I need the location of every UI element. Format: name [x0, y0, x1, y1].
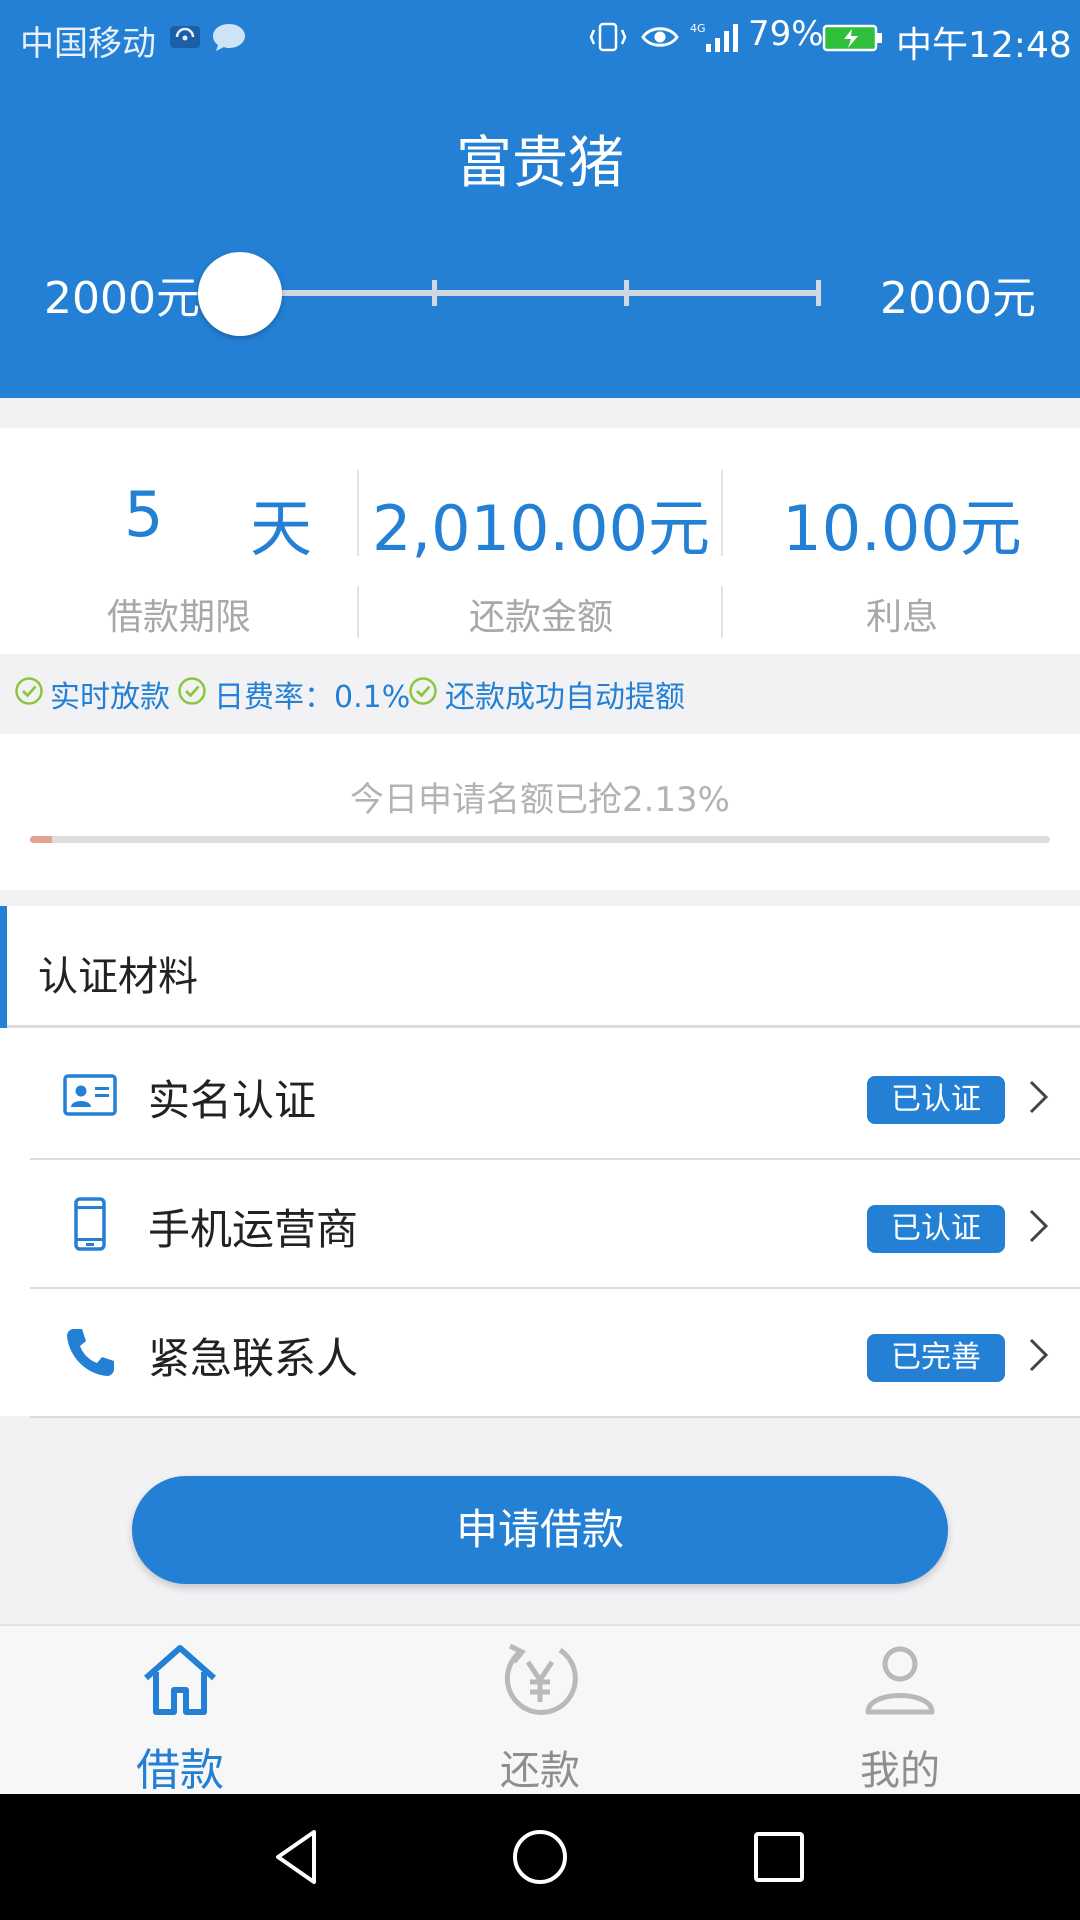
quota-progress-fill — [30, 836, 52, 843]
check-circle-icon — [178, 677, 206, 705]
term-unit: 天 — [250, 492, 313, 565]
phone-call-icon — [67, 1329, 114, 1376]
cert-item-emergency-contact[interactable]: 紧急联系人 已完善 — [0, 1289, 1080, 1418]
tab-borrow[interactable]: 借款 — [0, 1626, 360, 1796]
slider-tick — [432, 280, 437, 306]
term-column: 5 天 借款期限 — [0, 428, 358, 654]
app-title: 富贵猪 — [456, 131, 624, 196]
amount-max-label: 2000元 — [880, 273, 1036, 324]
divider — [721, 470, 723, 556]
slider-tick — [816, 280, 821, 306]
row-divider — [30, 1416, 1080, 1418]
tab-repay[interactable]: 还款 — [360, 1626, 720, 1796]
home-icon — [144, 1645, 216, 1715]
vibrate-icon — [589, 22, 627, 52]
interest-value: 10.00元 — [782, 492, 1022, 565]
back-nav-icon[interactable] — [266, 1824, 332, 1890]
svg-text:4G: 4G — [690, 22, 706, 35]
battery-percent: 79% — [748, 14, 824, 54]
quota-progress-text: 今日申请名额已抢2.13% — [349, 780, 730, 820]
repay-column: 2,010.00元 还款金额 — [360, 428, 722, 654]
system-nav-bar — [0, 1794, 1080, 1920]
feature-item: 实时放款 — [50, 680, 170, 715]
check-circle-icon — [409, 677, 437, 705]
status-bar: 中国移动 4G 79% 中午12:48 — [0, 0, 1080, 74]
tab-label: 还款 — [500, 1748, 580, 1794]
status-badge: 已认证 — [867, 1205, 1005, 1253]
certification-title: 认证材料 — [38, 954, 198, 1000]
repay-label: 还款金额 — [468, 597, 613, 638]
divider — [721, 586, 723, 638]
chevron-right-icon — [1029, 1080, 1049, 1114]
cert-item-carrier[interactable]: 手机运营商 已认证 — [0, 1160, 1080, 1289]
loan-summary: 5 天 借款期限 2,010.00元 还款金额 10.00元 利息 — [0, 428, 1080, 654]
home-nav-icon[interactable] — [507, 1824, 573, 1890]
feature-strip: 实时放款 日费率：0.1% 还款成功自动提额 — [0, 654, 1080, 734]
amount-min-label: 2000元 — [44, 273, 200, 324]
eye-icon — [641, 27, 679, 47]
divider — [357, 586, 359, 638]
check-circle-icon — [15, 677, 43, 705]
wifi-hotspot-icon — [170, 26, 200, 48]
tab-label: 我的 — [860, 1748, 940, 1794]
divider — [357, 470, 359, 556]
cert-item-label: 紧急联系人 — [148, 1334, 359, 1383]
apply-loan-button[interactable]: 申请借款 — [132, 1476, 948, 1584]
status-time: 中午12:48 — [896, 25, 1072, 66]
carrier-name: 中国移动 — [20, 24, 156, 64]
interest-column: 10.00元 利息 — [724, 428, 1080, 654]
tab-mine[interactable]: 我的 — [720, 1626, 1080, 1796]
tab-label: 借款 — [136, 1745, 224, 1796]
id-card-icon — [63, 1074, 117, 1116]
feature-item: 还款成功自动提额 — [445, 680, 685, 715]
chevron-right-icon — [1029, 1209, 1049, 1243]
section-accent-bar — [0, 906, 7, 1028]
certification-header: 认证材料 — [0, 906, 1080, 1028]
repay-yen-icon — [504, 1643, 578, 1715]
status-badge: 已认证 — [867, 1076, 1005, 1124]
bottom-tab-bar: 借款 还款 我的 — [0, 1624, 1080, 1796]
signal-4g-icon: 4G — [690, 22, 738, 52]
slider-tick — [624, 280, 629, 306]
interest-label: 利息 — [865, 597, 938, 638]
repay-value: 2,010.00元 — [371, 492, 711, 565]
header: 中国移动 4G 79% 中午12:48 富贵猪 2000元 2000元 — [0, 0, 1080, 398]
cert-item-label: 手机运营商 — [148, 1205, 359, 1254]
battery-charging-icon — [822, 24, 882, 52]
quota-progress-bar — [30, 836, 1050, 843]
message-icon — [213, 24, 245, 51]
amount-slider-thumb[interactable] — [198, 252, 282, 336]
term-label: 借款期限 — [106, 597, 251, 638]
cert-item-label: 实名认证 — [148, 1076, 317, 1125]
amount-slider-track[interactable] — [238, 290, 820, 296]
chevron-right-icon — [1029, 1338, 1049, 1372]
cert-item-real-name[interactable]: 实名认证 已认证 — [0, 1031, 1080, 1160]
mobile-phone-icon — [74, 1197, 106, 1251]
status-badge: 已完善 — [867, 1334, 1005, 1382]
term-value: 5 — [124, 478, 164, 551]
recents-nav-icon[interactable] — [746, 1824, 812, 1890]
feature-item: 日费率：0.1% — [214, 680, 411, 715]
user-icon — [865, 1646, 935, 1715]
certification-section: 认证材料 实名认证 已认证 手机运营商 已认证 紧急联系人 已完善 — [0, 906, 1080, 1418]
quota-progress-card: 今日申请名额已抢2.13% — [0, 734, 1080, 890]
